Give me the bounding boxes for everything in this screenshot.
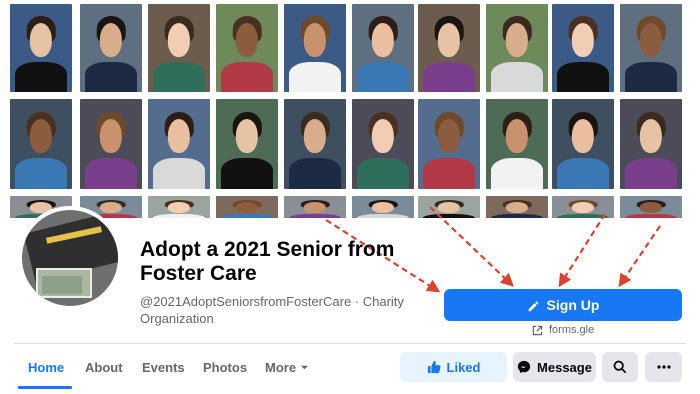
cover-portrait (80, 4, 142, 92)
cover-portrait (486, 99, 548, 189)
cover-portrait (10, 99, 72, 189)
search-button[interactable] (602, 352, 638, 382)
tab-more[interactable]: More (265, 352, 309, 382)
cta-link-text: forms.gle (549, 324, 595, 336)
profile-avatar[interactable] (18, 206, 122, 310)
cover-portrait (284, 4, 346, 92)
page-handle-category: @2021AdoptSeniorsfromFosterCare · Charit… (140, 294, 404, 326)
cover-portrait (352, 196, 414, 218)
cover-portrait (216, 4, 278, 92)
arrow-3 (558, 213, 606, 288)
message-button[interactable]: Message (513, 352, 596, 382)
cover-portrait (284, 196, 346, 218)
active-tab-indicator (18, 386, 72, 389)
cover-portrait (620, 196, 682, 218)
cover-portrait (418, 99, 480, 189)
pencil-icon (527, 299, 540, 312)
thumbs-up-icon (427, 360, 441, 374)
liked-label: Liked (446, 359, 481, 375)
cover-portrait (486, 196, 548, 218)
tab-photos[interactable]: Photos (203, 352, 247, 382)
ellipsis-icon (656, 365, 671, 369)
cover-portrait (620, 99, 682, 189)
cover-portrait (148, 99, 210, 189)
cover-portrait (148, 4, 210, 92)
cover-portrait (352, 4, 414, 92)
cover-portrait (10, 4, 72, 92)
cover-portrait (80, 99, 142, 189)
cover-portrait (552, 4, 614, 92)
liked-button[interactable]: Liked (400, 352, 507, 382)
tab-photos-label: Photos (203, 359, 248, 375)
tab-home[interactable]: Home (28, 352, 64, 382)
caret-down-icon (300, 363, 309, 372)
tab-more-label: More (265, 359, 297, 375)
cover-portrait (148, 196, 210, 218)
messenger-icon (517, 360, 531, 374)
sign-up-label: Sign Up (546, 297, 600, 313)
tab-events-label: Events (142, 359, 185, 375)
more-options-button[interactable] (645, 352, 682, 382)
arrow-4 (618, 225, 661, 288)
cta-link[interactable]: forms.gle (532, 324, 594, 336)
cover-portrait (216, 99, 278, 189)
cover-portrait (552, 99, 614, 189)
search-icon (613, 360, 627, 374)
tab-events[interactable]: Events (142, 352, 185, 382)
cover-portrait (620, 4, 682, 92)
cover-portrait (486, 4, 548, 92)
external-link-icon (532, 325, 543, 336)
tab-about-label: About (85, 359, 123, 375)
sign-up-button[interactable]: Sign Up (444, 289, 682, 321)
tab-home-label: Home (28, 359, 65, 375)
cover-portrait (284, 99, 346, 189)
header-divider (14, 343, 686, 344)
cover-portrait (552, 196, 614, 218)
cover-portrait (352, 99, 414, 189)
cover-portrait (418, 196, 480, 218)
cover-portrait (216, 196, 278, 218)
arrow-2 (429, 206, 514, 287)
cover-portrait (418, 4, 480, 92)
cover-photo[interactable] (0, 0, 700, 218)
page-title: Adopt a 2021 Senior from Foster Care (140, 238, 395, 285)
message-label: Message (537, 359, 592, 375)
tab-about[interactable]: About (85, 352, 123, 382)
